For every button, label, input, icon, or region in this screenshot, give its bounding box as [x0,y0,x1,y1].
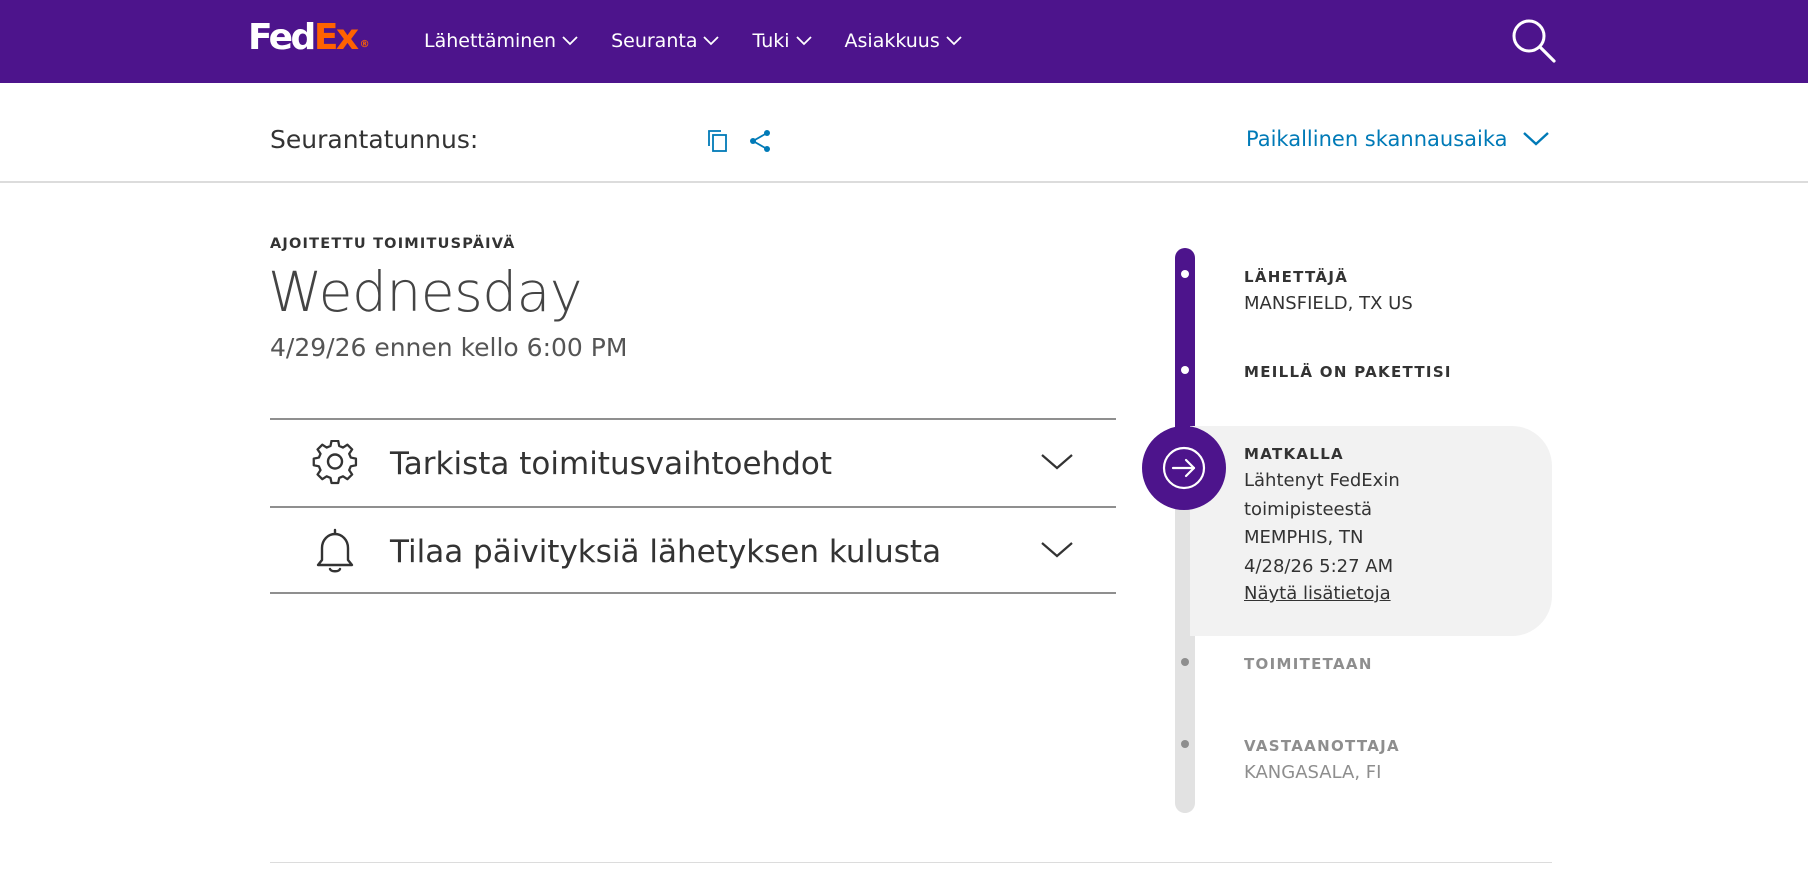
tracking-number-label: Seurantatunnus: [270,125,479,154]
chevron-down-icon [1041,542,1073,558]
nav-item-shipping[interactable]: Lähettäminen [424,26,578,56]
delivery-weekday: Wednesday [268,260,582,324]
step-title-out-for-delivery: TOIMITETAAN [1244,655,1373,673]
nav-item-support[interactable]: Tuki [752,26,812,56]
logo-registered-mark: ® [359,39,370,50]
step-title-recipient: VASTAANOTTAJA [1244,737,1400,755]
timeline-dot-recipient [1181,740,1189,748]
accordion-title: Tarkista toimitusvaihtoehdot [390,446,833,482]
section-divider [270,862,1552,863]
step-detail-line: toimipisteestä [1244,498,1373,520]
step-detail-recipient: KANGASALA, FI [1244,762,1382,783]
chevron-down-icon [795,36,812,46]
bell-icon [316,528,354,573]
subscribe-updates-accordion[interactable]: Tilaa päivityksiä lähetyksen kulusta [270,506,1116,594]
step-title-in-transit: MATKALLA [1244,445,1344,463]
copy-icon [708,130,727,152]
delivery-date: 4/29/26 ennen kello 6:00 PM [270,333,628,362]
copy-button[interactable] [706,128,730,154]
step-title-picked-up: MEILLÄ ON PAKETTISI [1244,363,1452,381]
local-scan-time-dropdown[interactable]: Paikallinen skannausaika [1246,127,1550,151]
chevron-down-icon [562,36,578,46]
logo-fed: Fed [248,17,316,58]
step-title-sender: LÄHETTÄJÄ [1244,268,1349,286]
timeline-dot-picked-up [1181,366,1189,374]
delivery-options-accordion[interactable]: Tarkista toimitusvaihtoehdot [270,418,1116,506]
main-nav: Lähettäminen Seuranta Tuki Asiakkuus [424,26,995,56]
step-detail-line: Lähtenyt FedExin [1244,470,1400,491]
show-details-link[interactable]: Näytä lisätietoja [1244,583,1391,604]
chevron-down-icon [946,36,962,46]
chevron-down-icon [1041,454,1073,470]
nav-item-label: Lähettäminen [424,30,557,52]
nav-item-account[interactable]: Asiakkuus [845,26,962,56]
share-button[interactable] [748,128,772,154]
share-icon [750,130,770,152]
chevron-down-icon [703,36,720,46]
arrow-right-circle-icon [1162,446,1206,490]
timeline-dot-sender [1181,270,1189,278]
chevron-down-icon [1522,132,1549,146]
accordion-title: Tilaa päivityksiä lähetyksen kulusta [390,534,942,570]
fedex-logo[interactable]: FedEx ® [248,18,370,58]
local-scan-time-label: Paikallinen skannausaika [1246,127,1508,151]
timeline-dot-out-for-delivery [1181,658,1189,666]
nav-item-label: Seuranta [611,30,698,52]
current-status-marker [1142,426,1226,510]
step-detail-location: MEMPHIS, TN [1244,527,1364,548]
step-detail-timestamp: 4/28/26 5:27 AM [1244,555,1394,577]
nav-item-label: Asiakkuus [844,30,940,52]
tracking-number-bar: Seurantatunnus: Paikallinen skannausaika [0,83,1808,183]
step-detail-sender: MANSFIELD, TX US [1244,293,1413,314]
top-navigation-bar: FedEx ® Lähettäminen Seuranta Tuki Asiakk… [0,0,1808,83]
search-icon [1512,19,1556,63]
scheduled-delivery-label: AJOITETTU TOIMITUSPÄIVÄ [270,236,516,252]
nav-item-tracking[interactable]: Seuranta [611,26,720,56]
search-button[interactable] [1510,17,1558,65]
nav-item-label: Tuki [752,30,790,52]
gear-icon [312,440,358,485]
logo-ex: Ex [313,17,359,58]
